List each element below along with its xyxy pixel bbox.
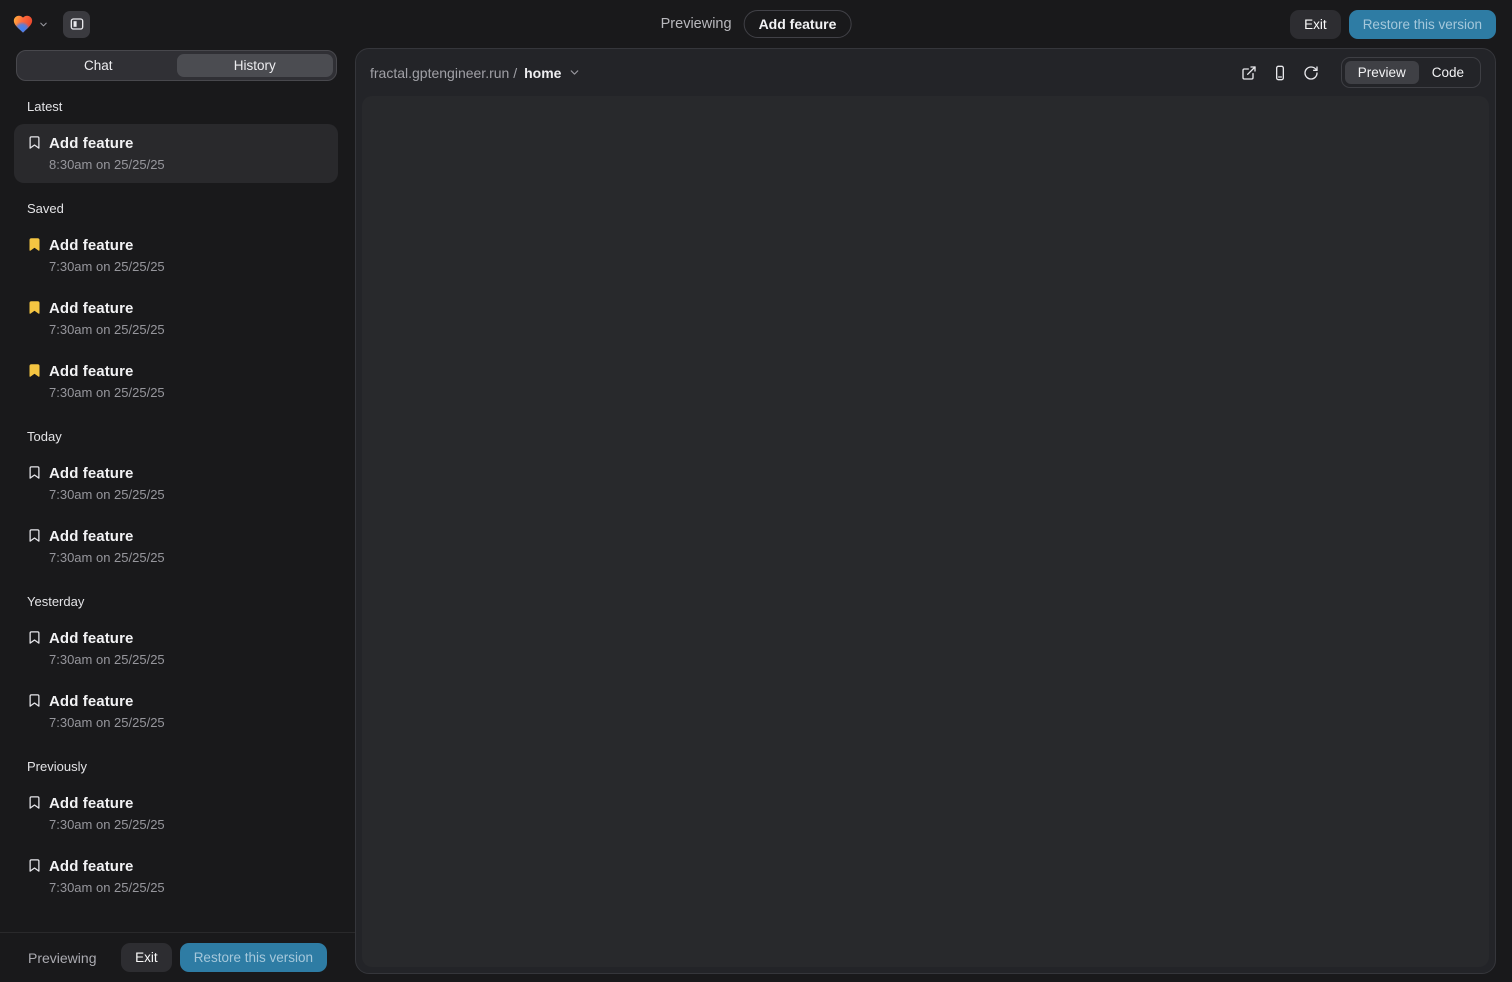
logo-menu[interactable]	[12, 13, 49, 35]
lovable-heart-icon	[12, 13, 34, 35]
history-item-timestamp: 7:30am on 25/25/25	[49, 879, 165, 897]
bookmark-icon	[27, 693, 42, 708]
tab-preview[interactable]: Preview	[1345, 61, 1419, 84]
preview-viewport	[362, 96, 1489, 967]
previewing-status: Previewing	[661, 16, 732, 32]
history-item-title: Add feature	[49, 463, 165, 484]
mobile-view-button[interactable]	[1267, 59, 1294, 86]
section-title-latest: Latest	[27, 99, 325, 114]
bookmark-icon	[27, 630, 42, 645]
history-item[interactable]: Add feature 7:30am on 25/25/25	[14, 847, 338, 906]
exit-button[interactable]: Exit	[121, 943, 172, 972]
url-page: home	[524, 65, 561, 81]
history-item-timestamp: 7:30am on 25/25/25	[49, 486, 165, 504]
preview-panel: fractal.gptengineer.run / home Preview C…	[355, 48, 1496, 974]
section-title-today: Today	[27, 429, 325, 444]
bookmark-icon	[27, 858, 42, 873]
bookmark-filled-icon	[27, 363, 42, 378]
chevron-down-icon	[568, 66, 581, 79]
history-item-timestamp: 7:30am on 25/25/25	[49, 549, 165, 567]
history-item-title: Add feature	[49, 856, 165, 877]
sidebar-tab-switcher: Chat History	[16, 50, 337, 81]
history-item-title: Add feature	[49, 526, 165, 547]
tab-history[interactable]: History	[177, 54, 334, 77]
bookmark-icon	[27, 528, 42, 543]
sidebar-footer: Previewing Exit Restore this version	[0, 932, 355, 982]
smartphone-icon	[1272, 65, 1288, 81]
history-item[interactable]: Add feature 7:30am on 25/25/25	[14, 454, 338, 513]
sidebar-toggle-button[interactable]	[63, 11, 90, 38]
top-bar: Previewing Add feature Exit Restore this…	[0, 0, 1512, 48]
url-host: fractal.gptengineer.run /	[370, 65, 517, 81]
exit-button[interactable]: Exit	[1290, 10, 1341, 39]
history-list[interactable]: Latest Add feature 8:30am on 25/25/25 Sa…	[0, 81, 355, 932]
external-link-icon	[1241, 65, 1257, 81]
refresh-icon	[1303, 65, 1319, 81]
history-item-title: Add feature	[49, 235, 165, 256]
history-item[interactable]: Add feature 7:30am on 25/25/25	[14, 517, 338, 576]
history-item-timestamp: 7:30am on 25/25/25	[49, 384, 165, 402]
history-item[interactable]: Add feature 8:30am on 25/25/25	[14, 124, 338, 183]
section-title-yesterday: Yesterday	[27, 594, 325, 609]
bookmark-filled-icon	[27, 237, 42, 252]
history-item[interactable]: Add feature 7:30am on 25/25/25	[14, 619, 338, 678]
refresh-button[interactable]	[1298, 59, 1325, 86]
open-in-new-tab-button[interactable]	[1236, 59, 1263, 86]
history-item-title: Add feature	[49, 133, 165, 154]
bookmark-icon	[27, 465, 42, 480]
history-item-timestamp: 8:30am on 25/25/25	[49, 156, 165, 174]
history-item-timestamp: 7:30am on 25/25/25	[49, 816, 165, 834]
preview-header: fractal.gptengineer.run / home Preview C…	[356, 49, 1495, 96]
restore-version-button[interactable]: Restore this version	[180, 943, 327, 972]
tab-chat[interactable]: Chat	[20, 54, 177, 77]
view-switcher: Preview Code	[1341, 57, 1481, 88]
bookmark-filled-icon	[27, 300, 42, 315]
tab-code[interactable]: Code	[1419, 61, 1477, 84]
history-item[interactable]: Add feature 7:30am on 25/25/25	[14, 226, 338, 285]
history-item[interactable]: Add feature 7:30am on 25/25/25	[14, 682, 338, 741]
history-item-timestamp: 7:30am on 25/25/25	[49, 321, 165, 339]
history-item-title: Add feature	[49, 361, 165, 382]
previewing-status: Previewing	[28, 950, 113, 966]
history-item-title: Add feature	[49, 793, 165, 814]
restore-version-button[interactable]: Restore this version	[1349, 10, 1496, 39]
bookmark-icon	[27, 135, 42, 150]
section-title-saved: Saved	[27, 201, 325, 216]
section-title-previously: Previously	[27, 759, 325, 774]
history-item[interactable]: Add feature 7:30am on 25/25/25	[14, 784, 338, 843]
history-sidebar: Chat History Latest Add feature 8:30am o…	[0, 48, 355, 982]
bookmark-icon	[27, 795, 42, 810]
history-item[interactable]: Add feature 7:30am on 25/25/25	[14, 289, 338, 348]
history-item-title: Add feature	[49, 298, 165, 319]
history-item-title: Add feature	[49, 691, 165, 712]
history-item-timestamp: 7:30am on 25/25/25	[49, 258, 165, 276]
history-item-title: Add feature	[49, 628, 165, 649]
history-item-timestamp: 7:30am on 25/25/25	[49, 714, 165, 732]
chevron-down-icon	[38, 19, 49, 30]
history-item-timestamp: 7:30am on 25/25/25	[49, 651, 165, 669]
version-pill[interactable]: Add feature	[744, 10, 852, 38]
history-item[interactable]: Add feature 7:30am on 25/25/25	[14, 352, 338, 411]
panel-left-icon	[69, 16, 85, 32]
url-bar[interactable]: fractal.gptengineer.run / home	[370, 65, 581, 81]
